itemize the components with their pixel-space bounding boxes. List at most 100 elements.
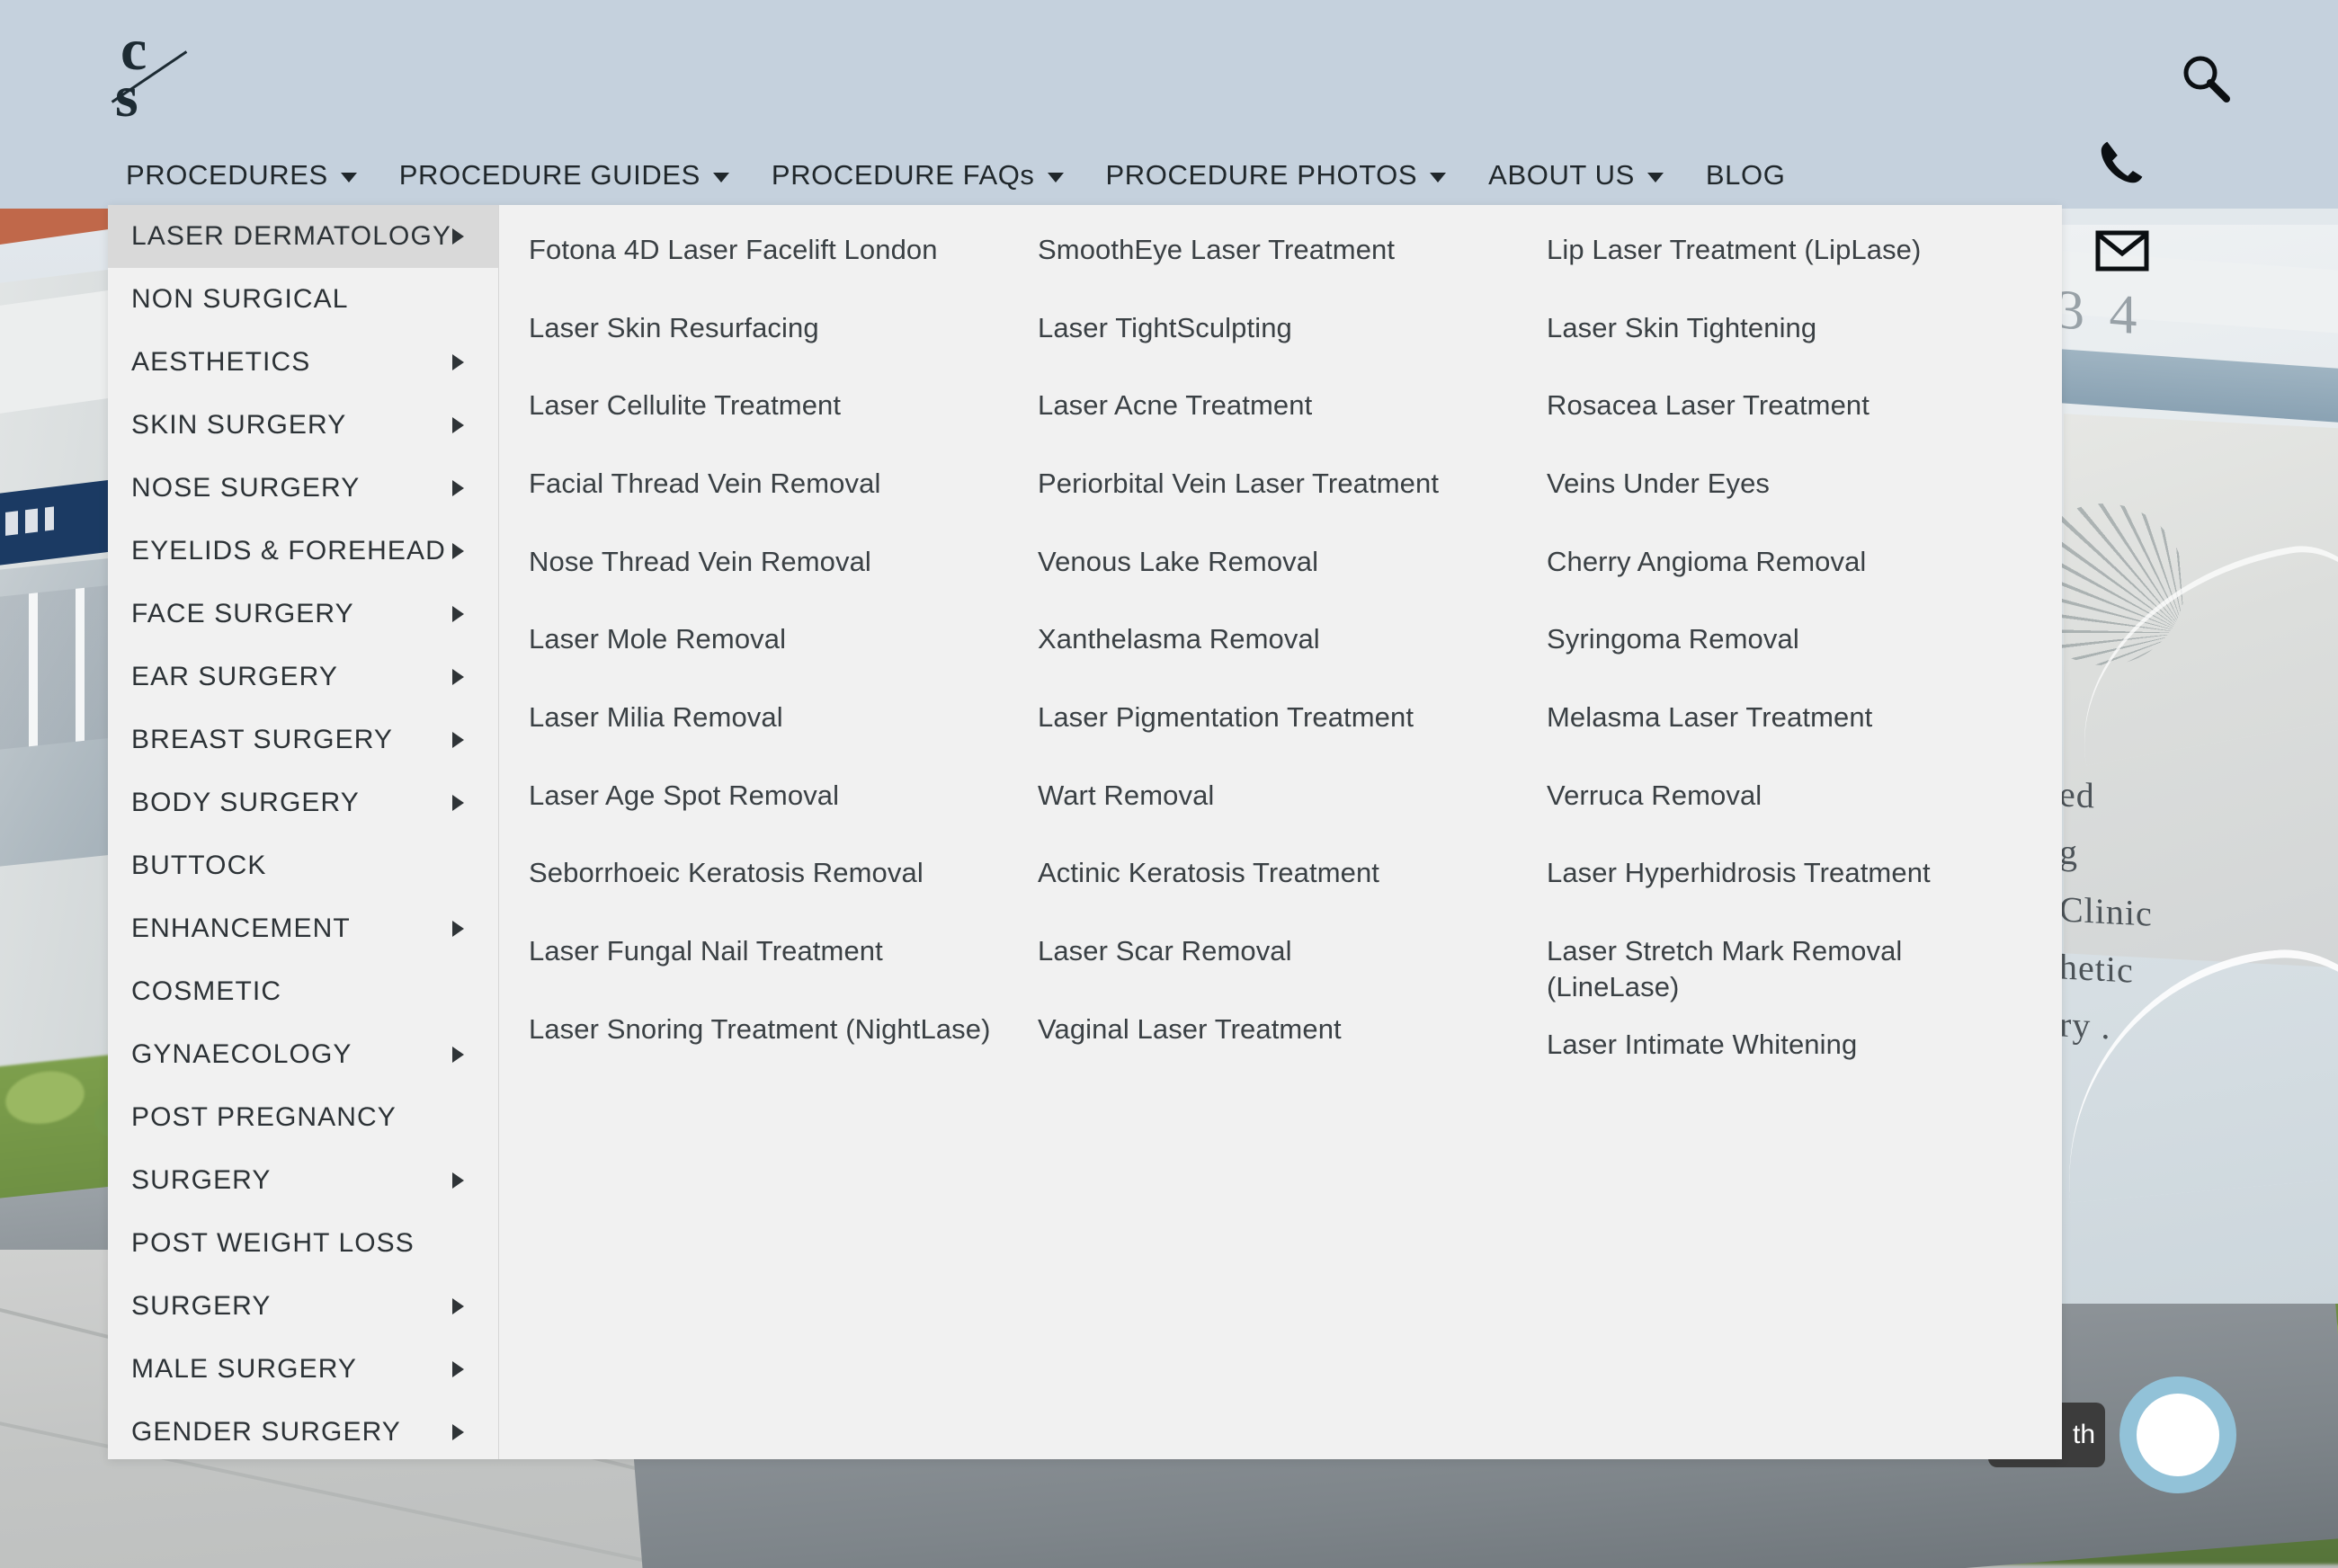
nav-item-procedures[interactable]: PROCEDURES: [126, 159, 357, 192]
phone-icon[interactable]: [2095, 135, 2149, 189]
category-item-aesthetics[interactable]: AESTHETICS: [108, 331, 498, 394]
procedure-link[interactable]: Seborrhoeic Keratosis Removal: [529, 855, 1008, 891]
category-item-label: EAR SURGERY: [131, 662, 338, 691]
procedure-link[interactable]: Actinic Keratosis Treatment: [1038, 855, 1517, 891]
category-item-non-surgical[interactable]: NON SURGICAL: [108, 268, 498, 331]
chevron-right-icon: [452, 606, 464, 622]
chevron-down-icon: [712, 172, 729, 183]
site-header: c s PROCEDURES PROCEDURE GUIDES PROCEDURE …: [0, 0, 2338, 272]
procedure-column-1: Fotona 4D Laser Facelift London Laser Ski…: [499, 232, 1008, 1105]
nav-item-label: PROCEDURE FAQs: [771, 159, 1035, 191]
category-item-breast-surgery[interactable]: BREAST SURGERY: [108, 708, 498, 771]
logo-letter-s: s: [115, 64, 138, 129]
category-item-face-surgery[interactable]: FACE SURGERY: [108, 583, 498, 646]
category-item-skin-surgery[interactable]: SKIN SURGERY: [108, 394, 498, 457]
chevron-right-icon: [452, 543, 464, 559]
procedure-link[interactable]: Facial Thread Vein Removal: [529, 466, 1008, 502]
category-item-label: SURGERY: [131, 1165, 272, 1195]
procedure-column-2: SmoothEye Laser Treatment Laser TightScul…: [1008, 232, 1517, 1105]
nav-item-procedure-guides[interactable]: PROCEDURE GUIDES: [399, 159, 729, 192]
procedure-link[interactable]: Laser Intimate Whitening: [1547, 1027, 2026, 1063]
chat-launcher-button[interactable]: [2119, 1376, 2236, 1493]
chevron-right-icon: [452, 795, 464, 811]
category-item-post-pregnancy[interactable]: POST PREGNANCY: [108, 1086, 498, 1149]
procedure-link[interactable]: Laser Cellulite Treatment: [529, 388, 1008, 423]
procedure-link[interactable]: Syringoma Removal: [1547, 621, 2026, 657]
category-item-label: FACE SURGERY: [131, 599, 354, 628]
nav-item-label: PROCEDURES: [126, 159, 328, 191]
procedure-link[interactable]: Verruca Removal: [1547, 778, 2026, 814]
procedure-link[interactable]: Rosacea Laser Treatment: [1547, 388, 2026, 423]
procedure-link[interactable]: Veins Under Eyes: [1547, 466, 2026, 502]
category-item-gynaecology[interactable]: GYNAECOLOGY: [108, 1023, 498, 1086]
procedure-link[interactable]: Melasma Laser Treatment: [1547, 699, 2026, 735]
envelope-icon[interactable]: [2095, 229, 2149, 272]
chevron-right-icon: [452, 1424, 464, 1440]
procedure-link[interactable]: Laser Age Spot Removal: [529, 778, 1008, 814]
chevron-right-icon: [452, 1047, 464, 1063]
procedure-link[interactable]: Vaginal Laser Treatment: [1038, 1011, 1517, 1047]
category-item-body-surgery[interactable]: BODY SURGERY: [108, 771, 498, 834]
category-item-gender-surgery[interactable]: GENDER SURGERY: [108, 1401, 498, 1464]
nav-item-blog[interactable]: BLOG: [1706, 159, 1786, 192]
category-item-label: SURGERY: [131, 1291, 272, 1321]
category-item-label: SKIN SURGERY: [131, 410, 347, 440]
category-item-nose-surgery[interactable]: NOSE SURGERY: [108, 457, 498, 520]
procedure-link[interactable]: Laser Mole Removal: [529, 621, 1008, 657]
main-navigation: PROCEDURES PROCEDURE GUIDES PROCEDURE FAQs…: [126, 148, 1785, 202]
category-item-label: ENHANCEMENT: [131, 913, 351, 943]
category-item-male-surgery[interactable]: MALE SURGERY: [108, 1338, 498, 1401]
procedure-links-panel: Fotona 4D Laser Facelift London Laser Ski…: [499, 205, 2062, 1459]
category-item-label: MALE SURGERY: [131, 1354, 358, 1384]
category-item-ear-surgery[interactable]: EAR SURGERY: [108, 646, 498, 708]
procedure-link[interactable]: Laser Skin Resurfacing: [529, 310, 1008, 346]
category-item-surgery[interactable]: SURGERY: [108, 1149, 498, 1212]
procedure-link[interactable]: Laser Skin Tightening: [1547, 310, 2026, 346]
procedure-link[interactable]: Laser Acne Treatment: [1038, 388, 1517, 423]
procedure-link[interactable]: Laser Pigmentation Treatment: [1038, 699, 1517, 735]
procedure-link[interactable]: Laser Snoring Treatment (NightLase): [529, 1011, 1008, 1047]
chevron-down-icon: [340, 172, 357, 183]
procedure-link[interactable]: Laser TightSculpting: [1038, 310, 1517, 346]
procedure-link[interactable]: Lip Laser Treatment (LipLase): [1547, 232, 2026, 268]
category-item-label: POST PREGNANCY: [131, 1102, 397, 1132]
procedure-link[interactable]: Cherry Angioma Removal: [1547, 544, 2026, 580]
search-icon[interactable]: [2180, 52, 2232, 104]
category-item-label: NON SURGICAL: [131, 284, 349, 314]
category-item-cosmetic[interactable]: COSMETIC: [108, 960, 498, 1023]
procedure-link[interactable]: Wart Removal: [1038, 778, 1517, 814]
category-item-eyelids-forehead[interactable]: EYELIDS & FOREHEAD: [108, 520, 498, 583]
nav-item-about-us[interactable]: ABOUT US: [1488, 159, 1664, 192]
chevron-down-icon: [1646, 172, 1664, 183]
nav-item-label: ABOUT US: [1488, 159, 1635, 191]
category-item-label: EYELIDS & FOREHEAD: [131, 536, 446, 566]
check-icon: [2137, 1394, 2219, 1476]
procedure-link[interactable]: Laser Milia Removal: [529, 699, 1008, 735]
procedure-link[interactable]: Laser Scar Removal: [1038, 933, 1517, 969]
site-logo[interactable]: c s: [99, 17, 207, 129]
category-item-buttock[interactable]: BUTTOCK: [108, 834, 498, 897]
procedure-link[interactable]: Venous Lake Removal: [1038, 544, 1517, 580]
photo-clinic-sign-text: ed g Clinic hetic ry .: [2059, 765, 2338, 1068]
category-item-label: BREAST SURGERY: [131, 725, 394, 754]
chevron-right-icon: [452, 732, 464, 748]
category-item-surgery[interactable]: SURGERY: [108, 1275, 498, 1338]
category-item-post-weight-loss[interactable]: POST WEIGHT LOSS: [108, 1212, 498, 1275]
category-item-enhancement[interactable]: ENHANCEMENT: [108, 897, 498, 960]
procedure-link[interactable]: Laser Stretch Mark Removal (LineLase): [1547, 933, 1933, 1004]
procedure-link[interactable]: Laser Fungal Nail Treatment: [529, 933, 1008, 969]
procedure-link[interactable]: Periorbital Vein Laser Treatment: [1038, 466, 1517, 502]
procedure-link[interactable]: Nose Thread Vein Removal: [529, 544, 1008, 580]
procedure-link[interactable]: Laser Hyperhidrosis Treatment: [1547, 855, 2026, 891]
category-item-label: AESTHETICS: [131, 347, 311, 377]
category-item-label: GENDER SURGERY: [131, 1417, 401, 1447]
chevron-right-icon: [452, 1172, 464, 1189]
nav-item-label: PROCEDURE GUIDES: [398, 159, 701, 191]
procedure-link[interactable]: SmoothEye Laser Treatment: [1038, 232, 1517, 268]
nav-item-procedure-photos[interactable]: PROCEDURE PHOTOS: [1106, 159, 1447, 192]
procedure-category-list: LASER DERMATOLOGY NON SURGICAL AESTHETICS S…: [108, 205, 499, 1459]
procedure-link[interactable]: Xanthelasma Removal: [1038, 621, 1517, 657]
category-item-laser-dermatology[interactable]: LASER DERMATOLOGY: [108, 205, 498, 268]
procedure-link[interactable]: Fotona 4D Laser Facelift London: [529, 232, 1008, 268]
nav-item-procedure-faqs[interactable]: PROCEDURE FAQs: [772, 159, 1064, 192]
